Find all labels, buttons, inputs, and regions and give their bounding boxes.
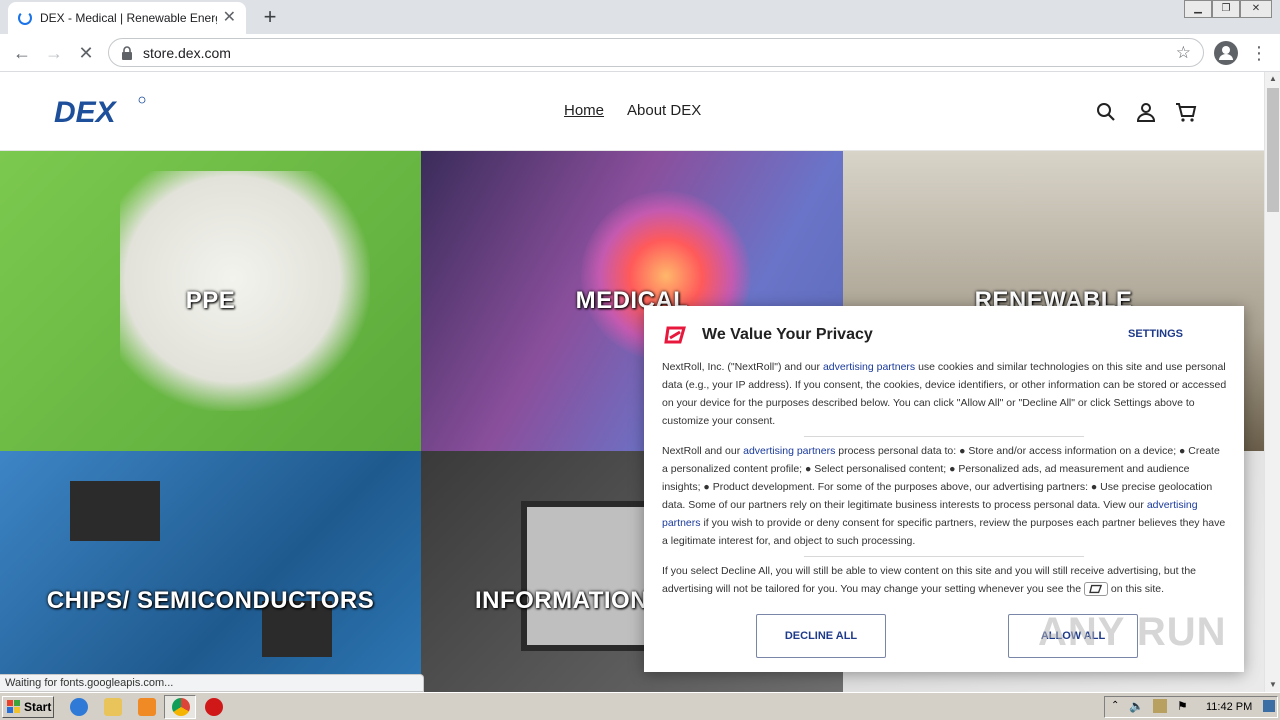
tile-label: CHIPS/ SEMICONDUCTORS xyxy=(46,587,375,614)
category-tile-chips[interactable]: CHIPS/ SEMICONDUCTORS xyxy=(0,451,421,692)
advertising-partners-link[interactable]: advertising partners xyxy=(823,361,915,373)
divider xyxy=(804,556,1084,557)
nextroll-logo-icon xyxy=(664,326,686,344)
volume-icon[interactable]: 🔈 xyxy=(1129,699,1144,713)
loading-spinner-icon xyxy=(18,11,32,25)
chip-image xyxy=(70,481,160,541)
forward-button[interactable]: → xyxy=(40,40,68,66)
opera-icon[interactable] xyxy=(205,698,223,716)
cart-icon[interactable] xyxy=(1174,100,1198,124)
browser-tab-strip: DEX - Medical | Renewable Energy | ✕ + ▁… xyxy=(0,0,1280,34)
back-button[interactable]: ← xyxy=(8,40,36,66)
chrome-taskbar-button[interactable] xyxy=(164,695,196,719)
close-window-button[interactable]: ✕ xyxy=(1240,0,1272,18)
nav-home-link[interactable]: Home xyxy=(564,102,604,119)
windows-logo-icon xyxy=(7,700,20,713)
search-icon[interactable] xyxy=(1094,100,1118,124)
taskbar-clock: 11:42 PM xyxy=(1206,701,1253,713)
page-scrollbar[interactable]: ▲ ▼ xyxy=(1264,72,1280,692)
consent-settings-link[interactable]: SETTINGS xyxy=(1128,328,1183,340)
address-bar[interactable]: store.dex.com ☆ xyxy=(108,38,1204,67)
browser-toolbar: ← → ✕ store.dex.com ☆ ⋮ xyxy=(0,34,1280,72)
consent-paragraph-1: NextRoll, Inc. ("NextRoll") and our adve… xyxy=(662,361,1227,427)
scroll-down-arrow-icon[interactable]: ▼ xyxy=(1265,678,1280,692)
category-tile-ppe[interactable]: PPE xyxy=(0,151,421,451)
nav-about-link[interactable]: About DEX xyxy=(627,102,701,119)
tab-title: DEX - Medical | Renewable Energy | xyxy=(40,11,217,25)
lock-icon xyxy=(122,45,132,60)
anyrun-watermark: ANY RUN xyxy=(1038,610,1227,654)
bookmark-star-icon[interactable]: ☆ xyxy=(1176,43,1191,63)
scroll-thumb[interactable] xyxy=(1267,88,1279,212)
network-icon[interactable] xyxy=(1153,699,1167,713)
media-player-icon[interactable] xyxy=(138,698,156,716)
tab-close-icon[interactable]: ✕ xyxy=(223,10,236,26)
internet-explorer-icon[interactable] xyxy=(70,698,88,716)
consent-paragraph-2: NextRoll and our advertising partners pr… xyxy=(662,445,1226,547)
decline-all-button[interactable]: DECLINE ALL xyxy=(756,614,886,658)
dex-logo[interactable]: DEX xyxy=(54,96,146,126)
tray-expand-icon[interactable]: ⌃ xyxy=(1111,700,1119,711)
folder-icon[interactable] xyxy=(104,698,122,716)
account-icon[interactable] xyxy=(1134,100,1158,124)
new-tab-button[interactable]: + xyxy=(258,5,282,29)
restore-button[interactable]: ❐ xyxy=(1212,0,1240,18)
tile-label: PPE xyxy=(185,287,236,314)
profile-avatar-icon[interactable] xyxy=(1214,41,1238,65)
url-text: store.dex.com xyxy=(143,44,231,61)
scroll-up-arrow-icon[interactable]: ▲ xyxy=(1265,72,1280,86)
minimize-button[interactable]: ▁ xyxy=(1184,0,1212,18)
start-label: Start xyxy=(24,700,52,714)
consent-paragraph-3: If you select Decline All, you will stil… xyxy=(662,565,1197,597)
svg-text:DEX: DEX xyxy=(54,96,118,126)
stop-loading-button[interactable]: ✕ xyxy=(72,40,100,66)
advertising-partners-link[interactable]: advertising partners xyxy=(743,445,835,457)
windows-taskbar: Start ⌃ 🔈 ⚑ 11:42 PM xyxy=(0,692,1280,720)
browser-menu-icon[interactable]: ⋮ xyxy=(1250,42,1268,64)
status-bubble: Waiting for fonts.googleapis.com... xyxy=(0,674,424,692)
browser-tab[interactable]: DEX - Medical | Renewable Energy | ✕ xyxy=(8,2,246,34)
nextroll-inline-icon[interactable] xyxy=(1084,582,1109,597)
show-desktop-icon[interactable] xyxy=(1263,700,1275,712)
site-header: DEX Home About DEX xyxy=(0,72,1264,151)
start-button[interactable]: Start xyxy=(2,696,54,718)
flag-icon[interactable]: ⚑ xyxy=(1177,699,1188,713)
chrome-icon xyxy=(172,698,190,716)
divider xyxy=(804,436,1084,437)
consent-title: We Value Your Privacy xyxy=(702,326,873,343)
